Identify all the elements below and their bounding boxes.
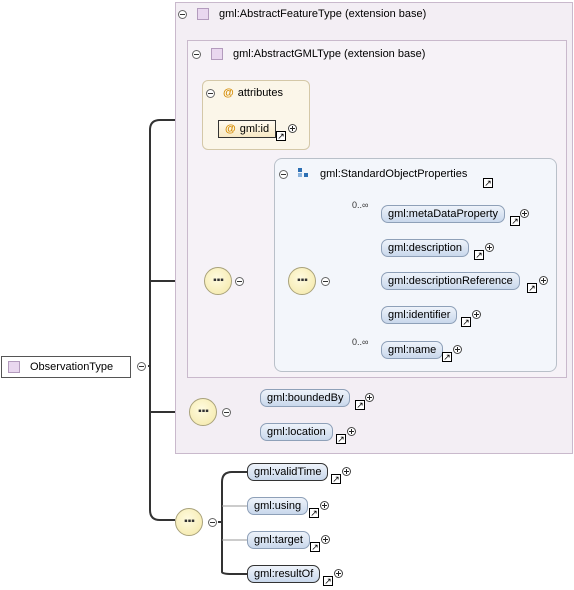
ref-arrow-icon: ↗ [474, 250, 484, 260]
element-gml-validtime[interactable]: gml:validTime [247, 463, 329, 481]
expand-icon[interactable] [453, 345, 462, 354]
collapse-icon[interactable] [206, 88, 215, 98]
attribute-gml-id[interactable]: @ gml:id [218, 120, 277, 138]
element-gml-resultof[interactable]: gml:resultOf [247, 565, 321, 583]
expand-icon[interactable] [320, 501, 329, 510]
attribute-icon: @ [223, 87, 234, 99]
collapse-icon[interactable] [235, 277, 244, 286]
element-gml-target[interactable]: gml:target [247, 531, 310, 549]
collapse-icon[interactable] [208, 518, 217, 527]
expand-icon[interactable] [472, 310, 481, 319]
cardinality-label: 0..∞ [352, 200, 369, 210]
complex-type-icon [197, 8, 209, 20]
ref-arrow-icon: ↗ [527, 283, 537, 293]
collapse-icon[interactable] [192, 49, 201, 59]
element-gml-boundedby[interactable]: gml:boundedBy [260, 389, 351, 407]
feature-extension-header: gml:AbstractFeatureType (extension base) [178, 6, 426, 22]
expand-icon[interactable] [485, 243, 494, 252]
element-gml-using[interactable]: gml:using [247, 497, 309, 515]
expand-icon[interactable] [365, 393, 374, 402]
attributes-label: attributes [237, 87, 283, 99]
ref-arrow-icon: ↗ [442, 352, 452, 362]
ref-arrow-icon: ↗ [483, 178, 493, 188]
root-type-label: ObservationType [30, 361, 114, 373]
complex-type-icon [8, 361, 20, 373]
ref-arrow-icon: ↗ [323, 576, 333, 586]
element-gml-location[interactable]: gml:location [260, 423, 333, 441]
attribute-label: gml:id [239, 123, 270, 135]
ref-arrow-icon: ↗ [309, 508, 319, 518]
element-gml-metadataproperty[interactable]: gml:metaDataProperty [381, 205, 506, 223]
gml-extension-label: gml:AbstractGMLType (extension base) [233, 48, 426, 60]
cardinality-label: 0..∞ [352, 337, 369, 347]
standard-object-properties-label: gml:StandardObjectProperties [320, 168, 468, 180]
gml-extension-header: gml:AbstractGMLType (extension base) [192, 46, 425, 62]
collapse-icon[interactable] [321, 277, 330, 286]
ref-arrow-icon: ↗ [310, 542, 320, 552]
collapse-icon[interactable] [279, 169, 288, 179]
standard-object-properties-header: gml:StandardObjectProperties [279, 166, 467, 182]
ref-arrow-icon: ↗ [355, 400, 365, 410]
sequence-compositor-icon[interactable]: ▪▪▪ [288, 267, 316, 295]
root-type-box[interactable]: ObservationType [1, 356, 131, 378]
expand-icon[interactable] [288, 124, 297, 133]
feature-extension-label: gml:AbstractFeatureType (extension base) [219, 8, 427, 20]
standard-object-properties-box [274, 158, 557, 372]
collapse-icon[interactable] [137, 362, 146, 371]
ref-arrow-icon: ↗ [510, 216, 520, 226]
sequence-compositor-icon[interactable]: ▪▪▪ [175, 508, 203, 536]
element-gml-name[interactable]: gml:name [381, 341, 444, 359]
expand-icon[interactable] [347, 427, 356, 436]
element-gml-descriptionreference[interactable]: gml:descriptionReference [381, 272, 520, 290]
element-gml-identifier[interactable]: gml:identifier [381, 306, 458, 324]
attribute-icon: @ [225, 123, 236, 135]
collapse-icon[interactable] [178, 9, 187, 19]
ref-arrow-icon: ↗ [276, 131, 286, 141]
expand-icon[interactable] [342, 467, 351, 476]
sequence-compositor-icon[interactable]: ▪▪▪ [204, 267, 232, 295]
ref-arrow-icon: ↗ [461, 317, 471, 327]
complex-type-icon [211, 48, 223, 60]
collapse-icon[interactable] [222, 408, 231, 417]
attributes-header: @ attributes [206, 85, 283, 101]
ref-arrow-icon: ↗ [331, 474, 341, 484]
group-icon [298, 168, 312, 180]
sequence-compositor-icon[interactable]: ▪▪▪ [189, 398, 217, 426]
expand-icon[interactable] [539, 276, 548, 285]
expand-icon[interactable] [334, 569, 343, 578]
expand-icon[interactable] [321, 535, 330, 544]
element-gml-description[interactable]: gml:description [381, 239, 469, 257]
ref-arrow-icon: ↗ [336, 434, 346, 444]
expand-icon[interactable] [520, 209, 529, 218]
